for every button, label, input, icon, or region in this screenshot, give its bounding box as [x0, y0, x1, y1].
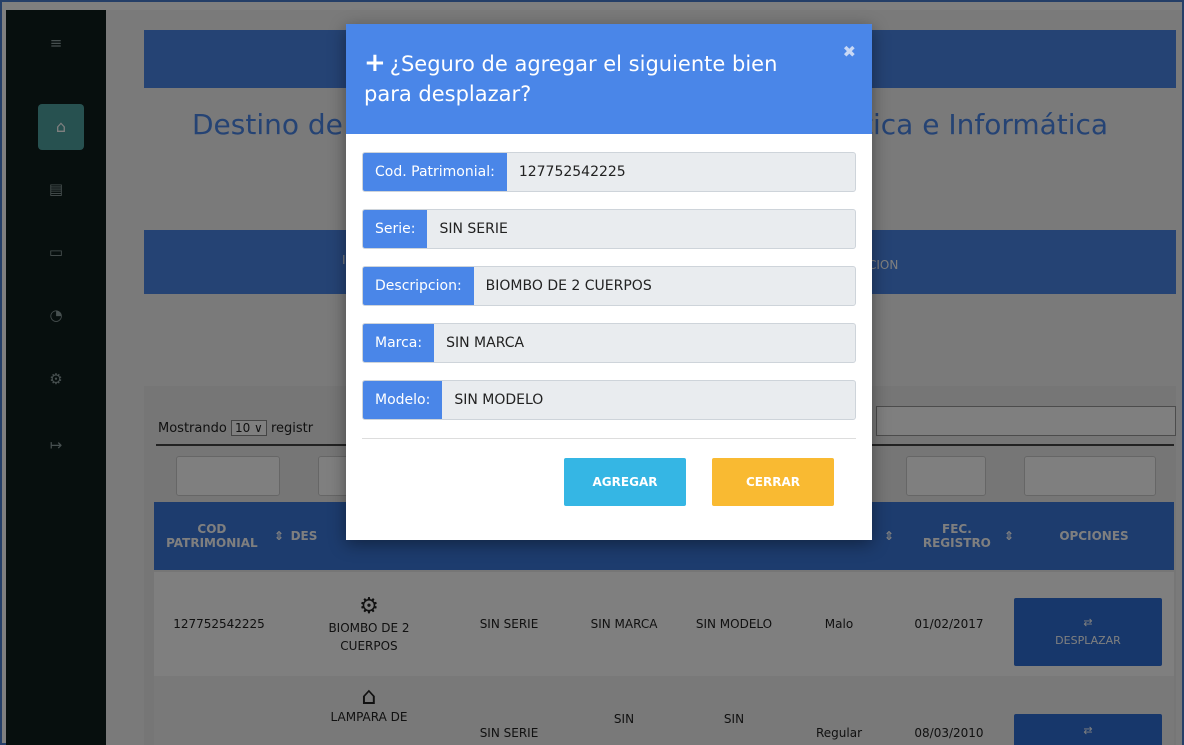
confirm-modal: + ¿Seguro de agregar el siguiente bien pa…: [346, 24, 872, 540]
modal-header: + ¿Seguro de agregar el siguiente bien pa…: [346, 24, 872, 134]
field-value: BIOMBO DE 2 CUERPOS: [485, 278, 652, 294]
field-value: SIN MODELO: [454, 392, 544, 408]
field-marca: Marca: SIN MARCA: [362, 323, 856, 363]
field-modelo: Modelo: SIN MODELO: [362, 380, 856, 420]
modal-divider: [362, 438, 856, 439]
field-value: SIN MARCA: [446, 335, 525, 351]
agregar-button[interactable]: AGREGAR: [564, 458, 686, 506]
field-value: SIN SERIE: [439, 221, 508, 237]
field-value: 127752542225: [518, 164, 626, 180]
field-serie: Serie: SIN SERIE: [362, 209, 856, 249]
plus-icon: +: [364, 48, 386, 78]
field-cod-patrimonial: Cod. Patrimonial: 127752542225: [362, 152, 856, 192]
field-label: Modelo:: [363, 381, 443, 419]
field-label: Marca:: [363, 324, 435, 362]
field-label: Serie:: [363, 210, 428, 248]
modal-title: + ¿Seguro de agregar el siguiente bien pa…: [364, 48, 824, 109]
cerrar-button[interactable]: CERRAR: [712, 458, 834, 506]
close-icon[interactable]: ✖: [843, 42, 856, 61]
field-label: Descripcion:: [363, 267, 474, 305]
modal-title-text: ¿Seguro de agregar el siguiente bien par…: [364, 52, 778, 106]
field-descripcion: Descripcion: BIOMBO DE 2 CUERPOS: [362, 266, 856, 306]
field-label: Cod. Patrimonial:: [363, 153, 507, 191]
